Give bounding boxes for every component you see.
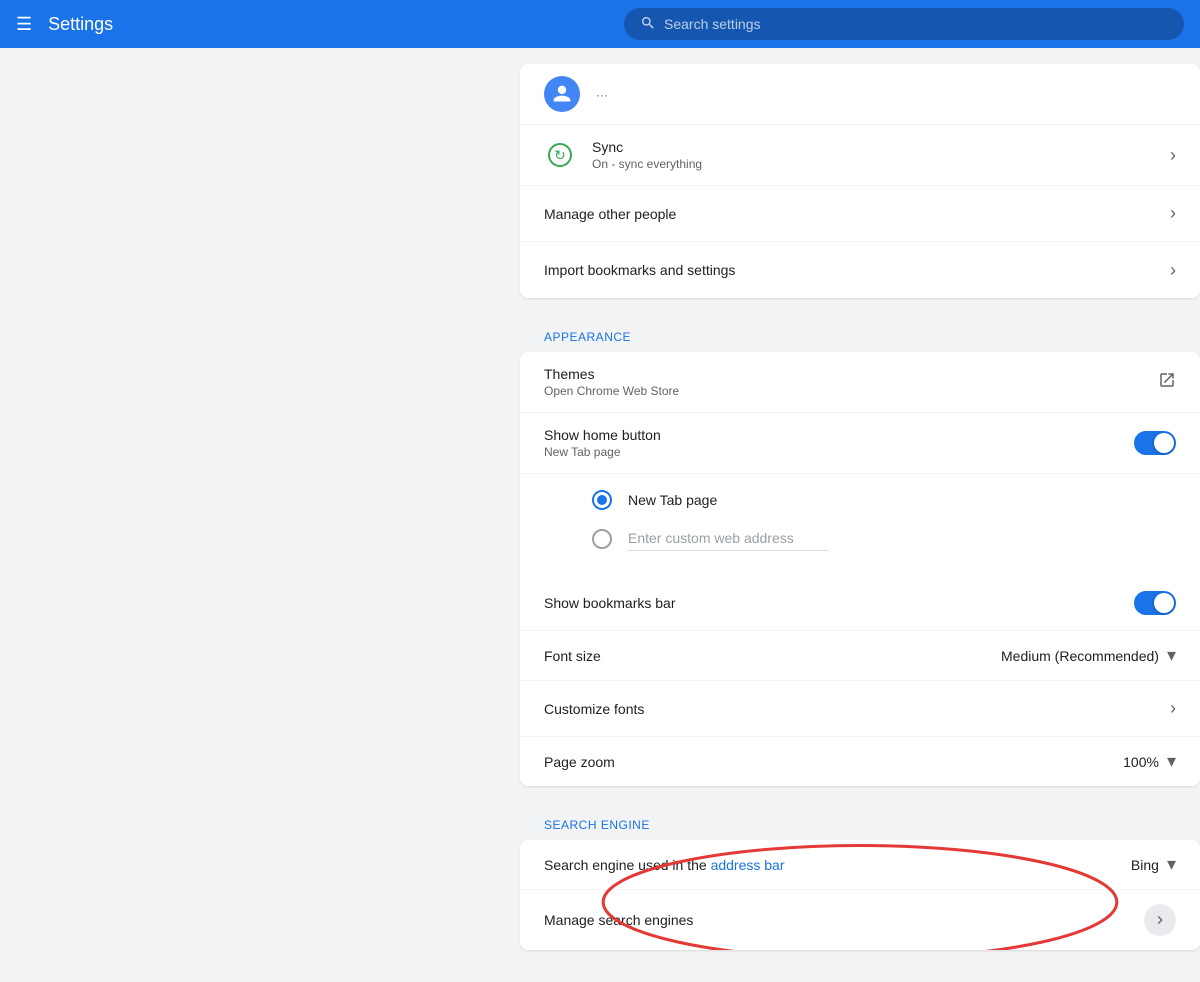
search-engine-section: Search engine Search engine used in the … <box>520 802 1200 950</box>
search-icon <box>640 15 656 34</box>
sync-subtitle: On - sync everything <box>592 157 1154 171</box>
import-title: Import bookmarks and settings <box>544 262 1154 278</box>
appearance-section: Appearance Themes Open Chrome Web Store <box>520 314 1200 786</box>
manage-search-engines-arrow[interactable] <box>1144 904 1176 936</box>
customize-fonts-chevron: › <box>1170 698 1176 719</box>
customize-fonts-text: Customize fonts <box>544 701 1154 717</box>
font-size-label: Font size <box>544 648 1001 664</box>
appearance-card: Themes Open Chrome Web Store Show home b… <box>520 352 1200 786</box>
font-size-row[interactable]: Font size Medium (Recommended) ▾ <box>520 631 1200 681</box>
page-zoom-label: Page zoom <box>544 754 1123 770</box>
home-button-subtitle: New Tab page <box>544 445 1134 459</box>
profile-info: ··· <box>596 86 1176 102</box>
menu-icon[interactable]: ☰ <box>16 14 32 35</box>
page-zoom-value: 100% <box>1123 754 1159 770</box>
app-header: ☰ Settings <box>0 0 1200 48</box>
appearance-label: Appearance <box>520 314 1200 352</box>
customize-fonts-row[interactable]: Customize fonts › <box>520 681 1200 737</box>
home-button-title: Show home button <box>544 427 1134 443</box>
sidebar <box>0 48 260 982</box>
search-engine-row-label: Search engine used in the address bar <box>544 857 1131 873</box>
themes-subtitle: Open Chrome Web Store <box>544 384 1158 398</box>
themes-row[interactable]: Themes Open Chrome Web Store <box>520 352 1200 413</box>
home-button-options: New Tab page <box>520 474 1200 575</box>
font-size-value: Medium (Recommended) <box>1001 648 1159 664</box>
search-engine-row[interactable]: Search engine used in the address bar Bi… <box>520 840 1200 890</box>
search-bar[interactable] <box>624 8 1184 40</box>
import-chevron: › <box>1170 260 1176 281</box>
home-button-toggle[interactable] <box>1134 431 1176 455</box>
home-button-row[interactable]: Show home button New Tab page <box>520 413 1200 474</box>
font-size-arrow: ▾ <box>1167 645 1176 666</box>
bookmarks-bar-title: Show bookmarks bar <box>544 595 1134 611</box>
themes-external-icon <box>1158 371 1176 394</box>
radio-custom-circle[interactable] <box>592 529 612 549</box>
manage-people-text: Manage other people <box>544 206 1154 222</box>
main-layout: ··· ↻ Sync On - sync everything › <box>0 0 1200 982</box>
manage-search-engines-row[interactable]: Manage search engines <box>520 890 1200 950</box>
people-card: ··· ↻ Sync On - sync everything › <box>520 64 1200 298</box>
search-input[interactable] <box>664 16 1168 32</box>
bookmarks-bar-text: Show bookmarks bar <box>544 595 1134 611</box>
custom-url-input[interactable] <box>628 526 828 551</box>
bookmarks-bar-toggle[interactable] <box>1134 591 1176 615</box>
sync-text: Sync On - sync everything <box>592 139 1154 171</box>
radio-custom[interactable] <box>592 518 1176 559</box>
avatar <box>544 76 580 112</box>
profile-row[interactable]: ··· <box>520 64 1200 125</box>
app-title: Settings <box>48 14 113 35</box>
bookmarks-bar-row[interactable]: Show bookmarks bar <box>520 575 1200 631</box>
manage-people-chevron: › <box>1170 203 1176 224</box>
sync-row[interactable]: ↻ Sync On - sync everything › <box>520 125 1200 186</box>
themes-title: Themes <box>544 366 1158 382</box>
manage-search-engines-label: Manage search engines <box>544 912 1144 928</box>
home-button-text: Show home button New Tab page <box>544 427 1134 459</box>
page-zoom-arrow: ▾ <box>1167 751 1176 772</box>
radio-new-tab[interactable]: New Tab page <box>592 482 1176 518</box>
search-engine-label: Search engine <box>520 802 1200 840</box>
radio-new-tab-circle[interactable] <box>592 490 612 510</box>
sync-icon-container: ↻ <box>544 139 576 171</box>
import-row[interactable]: Import bookmarks and settings › <box>520 242 1200 298</box>
manage-people-title: Manage other people <box>544 206 1154 222</box>
customize-fonts-title: Customize fonts <box>544 701 1154 717</box>
profile-name: ··· <box>596 88 1176 102</box>
sync-chevron: › <box>1170 145 1176 166</box>
themes-text: Themes Open Chrome Web Store <box>544 366 1158 398</box>
import-text: Import bookmarks and settings <box>544 262 1154 278</box>
settings-content: ··· ↻ Sync On - sync everything › <box>520 48 1200 982</box>
address-bar-link[interactable]: address bar <box>711 857 785 873</box>
page-zoom-row[interactable]: Page zoom 100% ▾ <box>520 737 1200 786</box>
sync-icon: ↻ <box>548 143 572 167</box>
radio-new-tab-label: New Tab page <box>628 492 717 508</box>
search-engine-card: Search engine used in the address bar Bi… <box>520 840 1200 950</box>
search-engine-dropdown-arrow: ▾ <box>1167 854 1176 875</box>
search-engine-value: Bing <box>1131 857 1159 873</box>
manage-people-row[interactable]: Manage other people › <box>520 186 1200 242</box>
sync-title: Sync <box>592 139 1154 155</box>
